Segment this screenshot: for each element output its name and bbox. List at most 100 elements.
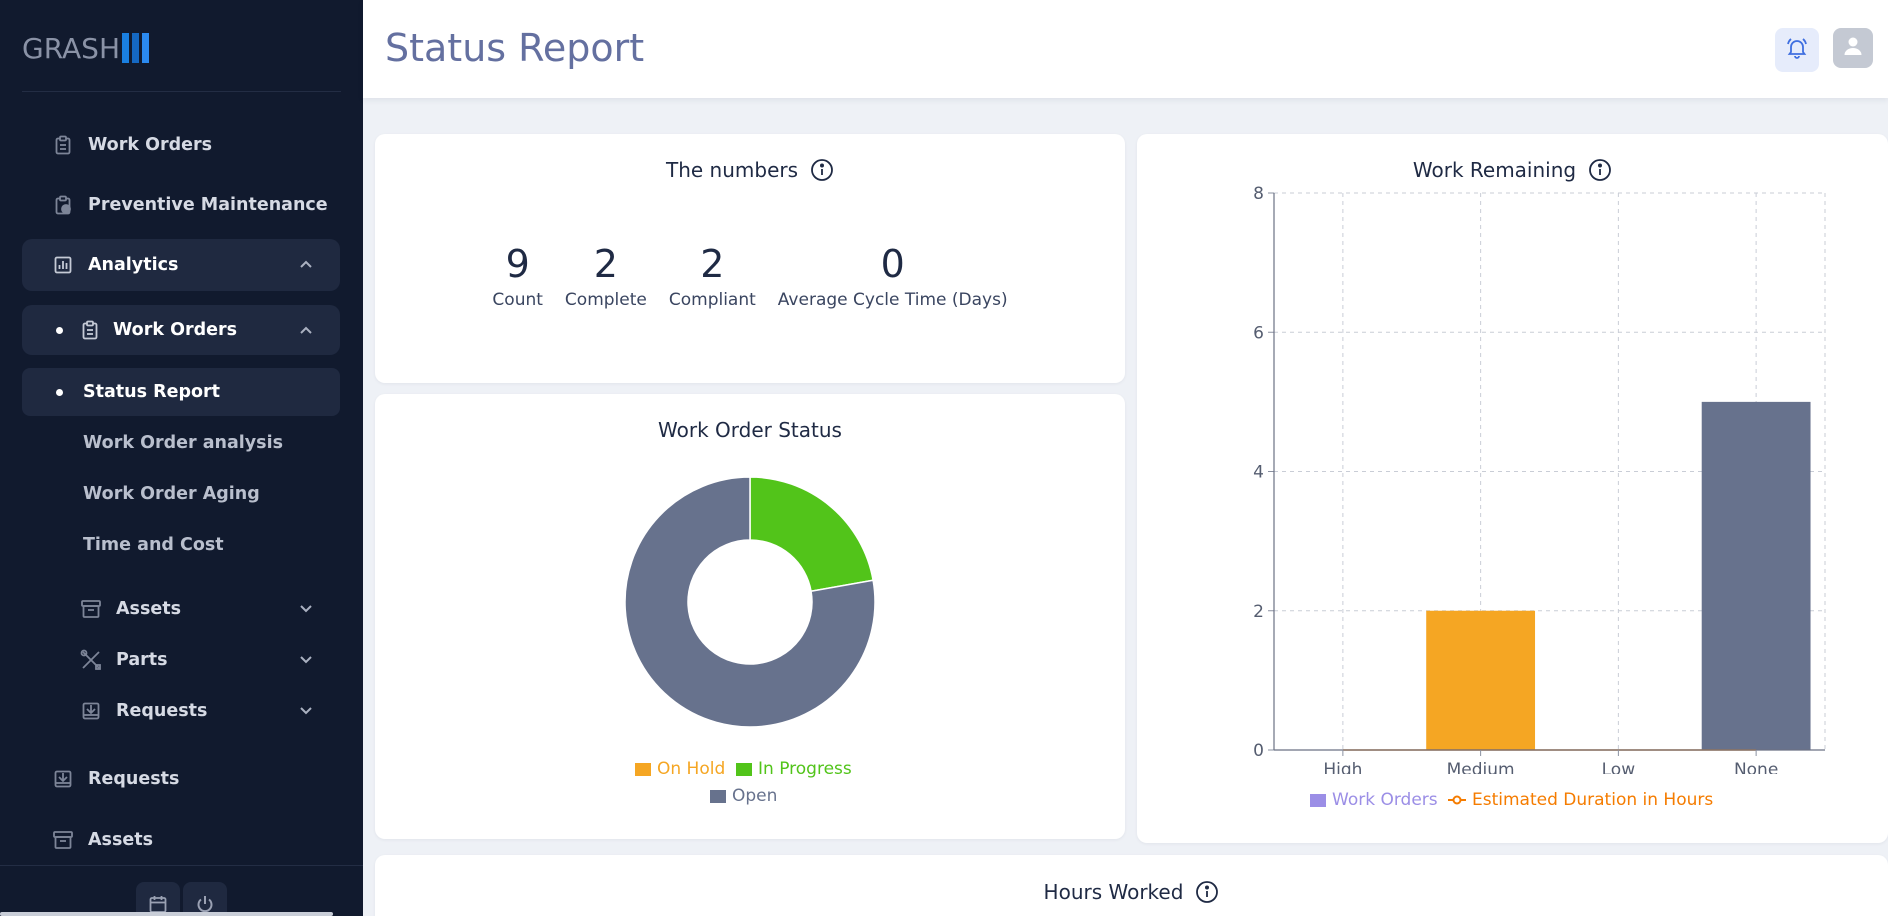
legend-swatch	[635, 762, 651, 776]
chevron-down-icon	[298, 651, 314, 672]
info-icon[interactable]	[1195, 880, 1219, 904]
legend-swatch	[710, 789, 726, 803]
logout-button[interactable]	[183, 882, 227, 916]
bar-chart-icon	[52, 254, 74, 276]
sidebar-item-label: Requests	[116, 701, 208, 721]
stats-row: 9 Count 2 Complete 2 Compliant 0 Average…	[375, 242, 1125, 310]
inbox-icon	[80, 700, 102, 722]
sidebar-item-label: Requests	[88, 769, 180, 789]
logo-bars-icon	[122, 33, 149, 63]
stat-average-cycle-time: 0 Average Cycle Time (Days)	[778, 242, 1008, 310]
bell-icon	[1785, 36, 1809, 64]
x-tick-label: Medium	[1447, 760, 1515, 774]
x-tick-label: Low	[1602, 760, 1636, 774]
sidebar-item-label: Work Order analysis	[83, 433, 284, 453]
sidebar-item-label: Assets	[116, 599, 182, 619]
work-order-status-card: Work Order Status On Hold In Progress Op…	[375, 394, 1125, 839]
legend-swatch	[1310, 793, 1326, 807]
bullet-dot	[56, 388, 63, 396]
chevron-down-icon	[298, 600, 314, 621]
top-bar: Status Report	[363, 0, 1888, 98]
stat-value: 0	[880, 242, 905, 286]
numbers-card-title: The numbers	[375, 158, 1125, 182]
y-tick-label: 8	[1253, 184, 1264, 204]
chevron-up-icon	[298, 322, 314, 343]
clipboard-clock-icon	[52, 194, 74, 216]
y-tick-label: 4	[1253, 463, 1264, 483]
sidebar-item-label: Assets	[88, 830, 154, 850]
stat-value: 2	[700, 242, 725, 286]
sidebar-item-assets[interactable]: Assets	[22, 814, 340, 866]
info-icon[interactable]	[810, 158, 834, 182]
stat-value: 9	[505, 242, 530, 286]
legend-item-in-progress[interactable]: In Progress	[736, 759, 852, 779]
numbers-card: The numbers 9 Count 2 Complete 2 Complia…	[375, 134, 1125, 383]
archive-icon	[52, 829, 74, 851]
line-marker-icon	[1448, 794, 1466, 806]
sidebar-item-analytics-work-orders[interactable]: Work Orders	[22, 305, 340, 355]
hours-worked-card: Hours Worked	[375, 855, 1888, 916]
clipboard-icon	[52, 134, 74, 156]
sidebar-item-work-order-analysis[interactable]: Work Order analysis	[22, 419, 340, 467]
hours-card-title: Hours Worked	[375, 880, 1888, 904]
app-logo[interactable]: GRASH	[22, 30, 149, 66]
y-tick-label: 0	[1253, 741, 1264, 761]
user-avatar[interactable]	[1833, 28, 1873, 68]
sidebar-item-requests[interactable]: Requests	[22, 753, 340, 805]
sidebar-item-label: Time and Cost	[83, 535, 224, 555]
bar-medium	[1426, 610, 1536, 750]
sidebar-item-analytics[interactable]: Analytics	[22, 239, 340, 291]
stat-label: Complete	[564, 290, 647, 310]
stat-label: Count	[492, 290, 543, 310]
legend-swatch	[736, 762, 752, 776]
calendar-button[interactable]	[136, 882, 180, 916]
legend-label: In Progress	[758, 759, 852, 779]
sidebar: GRASH Work Orders Preventive Maintenance…	[0, 0, 363, 916]
legend-item-open[interactable]: Open	[710, 786, 777, 806]
bullet-dot	[56, 326, 63, 334]
notifications-button[interactable]	[1775, 28, 1819, 72]
legend-label: On Hold	[657, 759, 726, 779]
sidebar-footer	[0, 865, 363, 916]
bar-none	[1701, 401, 1811, 750]
sidebar-item-work-orders[interactable]: Work Orders	[22, 119, 340, 171]
chevron-down-icon	[298, 702, 314, 723]
work-remaining-bar-chart: 0 2 4 6 8 High Medium Low None	[1253, 184, 1826, 774]
sidebar-item-analytics-requests[interactable]: Requests	[22, 685, 340, 737]
inbox-icon	[52, 768, 74, 790]
sidebar-item-time-and-cost[interactable]: Time and Cost	[22, 521, 340, 569]
legend-label: Estimated Duration in Hours	[1472, 790, 1714, 810]
sidebar-item-analytics-parts[interactable]: Parts	[22, 634, 340, 686]
sidebar-item-label: Work Orders	[88, 135, 213, 155]
sidebar-item-preventive-maintenance[interactable]: Preventive Maintenance	[22, 179, 340, 231]
x-tick-label: None	[1734, 760, 1778, 774]
stat-count: 9 Count	[492, 242, 543, 310]
card-title-text: The numbers	[665, 158, 799, 182]
donut-slice-in-progress	[749, 476, 874, 593]
user-icon	[1841, 34, 1865, 62]
chevron-up-icon	[298, 256, 314, 277]
stat-complete: 2 Complete	[565, 242, 647, 310]
logo-text: GRASH	[22, 31, 120, 65]
legend-label: Open	[732, 786, 778, 806]
archive-icon	[80, 598, 102, 620]
sidebar-item-label: Work Orders	[113, 320, 238, 340]
sidebar-item-label: Preventive Maintenance	[88, 195, 328, 215]
work-order-status-donut-chart	[624, 476, 876, 728]
sidebar-item-label: Status Report	[83, 382, 221, 402]
sidebar-item-label: Parts	[116, 650, 168, 670]
legend-item-work-orders[interactable]: Work Orders	[1310, 790, 1438, 810]
page-title: Status Report	[385, 26, 645, 70]
stat-compliant: 2 Compliant	[669, 242, 756, 310]
sidebar-item-status-report[interactable]: Status Report	[22, 368, 340, 416]
tools-icon	[80, 649, 102, 671]
sidebar-item-work-order-aging[interactable]: Work Order Aging	[22, 470, 340, 518]
legend-label: Work Orders	[1332, 790, 1438, 810]
legend-item-on-hold[interactable]: On Hold	[635, 759, 725, 779]
card-title-text: Hours Worked	[1043, 880, 1184, 904]
card-title-text: Work Order Status	[658, 418, 842, 442]
legend-item-estimated-duration[interactable]: Estimated Duration in Hours	[1448, 790, 1713, 810]
sidebar-scrollbar[interactable]	[0, 912, 333, 916]
sidebar-item-analytics-assets[interactable]: Assets	[22, 583, 340, 635]
y-tick-label: 2	[1253, 602, 1264, 622]
